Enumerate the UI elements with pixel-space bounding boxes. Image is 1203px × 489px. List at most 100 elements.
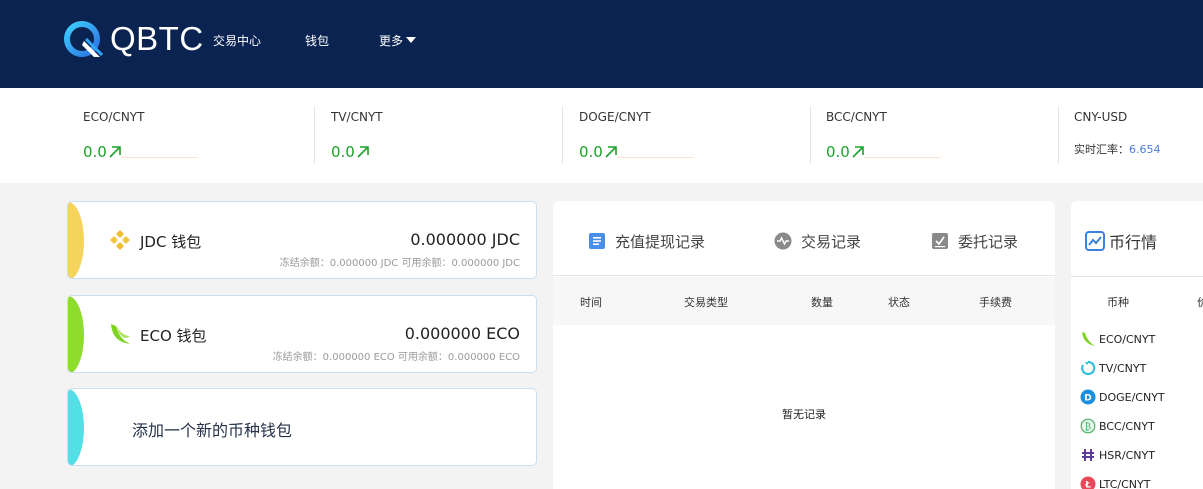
market-title: 币行情 — [1085, 229, 1157, 253]
fx-rate-label: 实时汇率： — [1074, 143, 1129, 156]
ticker-item[interactable]: BCC/CNYT 0.0 — [826, 88, 1026, 183]
fx-rate: CNY-USD 实时汇率：6.654 — [1074, 88, 1203, 183]
ticker-pair: BCC/CNYT — [826, 110, 887, 124]
sparkline — [121, 157, 198, 158]
wallet-name: JDC 钱包 — [140, 233, 202, 251]
fx-rate-line: 实时汇率：6.654 — [1074, 141, 1161, 157]
market-row[interactable]: Ł LTC/CNYT — [1080, 476, 1150, 489]
wallet-sub-balance: 冻结余额：0.000000 ECO 可用余额：0.000000 ECO — [272, 352, 520, 363]
chart-icon — [1085, 231, 1105, 251]
ticker-price-value: 0.0 — [826, 143, 850, 161]
ticker-item[interactable]: DOGE/CNYT 0.0 — [579, 88, 779, 183]
column-header: 时间 — [580, 296, 602, 309]
column-header: 币种 — [1107, 296, 1129, 309]
ticker-item[interactable]: ECO/CNYT 0.0 — [83, 88, 283, 183]
divider — [1071, 276, 1203, 277]
column-header: 手续费 — [979, 296, 1012, 309]
market-row[interactable]: ₿ BCC/CNYT — [1080, 418, 1155, 434]
divider — [562, 106, 563, 164]
ticker-item[interactable]: TV/CNYT 0.0 — [331, 88, 531, 183]
tab-label: 交易记录 — [801, 233, 862, 251]
tab-deposit-withdraw[interactable]: 充值提现记录 — [588, 231, 705, 252]
svg-text:₿: ₿ — [1085, 422, 1091, 433]
ltc-icon: Ł — [1080, 476, 1096, 489]
svg-text:Ł: Ł — [1084, 481, 1091, 489]
market-row[interactable]: TV/CNYT — [1080, 360, 1146, 376]
eco-coin-icon — [111, 324, 130, 344]
tab-label: 委托记录 — [958, 233, 1019, 251]
ticker-price-value: 0.0 — [331, 143, 355, 161]
market-title-label: 币行情 — [1109, 233, 1158, 252]
wallet-card-eco[interactable]: ECO 钱包 0.000000 ECO 冻结余额：0.000000 ECO 可用… — [67, 295, 537, 373]
wallet-sub-balance: 冻结余额：0.000000 JDC 可用余额：0.000000 JDC — [279, 258, 520, 269]
brand-name[interactable]: QBTC — [110, 20, 204, 58]
divider — [810, 106, 811, 164]
caret-down-icon — [406, 37, 417, 43]
hsr-icon — [1082, 449, 1094, 461]
fx-pair: CNY-USD — [1074, 110, 1128, 124]
market-panel: 币行情 币种 价 ECO/CNYT TV/CNYT D DOGE/CNYT ₿ BC… — [1071, 201, 1203, 489]
market-pair: BCC/CNYT — [1099, 420, 1155, 433]
records-tabs: 充值提现记录 交易记录 委托记录 — [553, 201, 1055, 276]
svg-text:D: D — [1084, 394, 1091, 404]
ticker-price-value: 0.0 — [579, 143, 603, 161]
ticker-price: 0.0 — [331, 143, 370, 161]
market-pair: TV/CNYT — [1099, 362, 1147, 375]
nav-trade-center[interactable]: 交易中心 — [213, 32, 261, 49]
market-row[interactable]: D DOGE/CNYT — [1080, 389, 1165, 405]
ticker-price: 0.0 — [579, 143, 618, 161]
document-icon — [589, 233, 605, 249]
sparkline — [864, 157, 941, 158]
records-table-header: 时间 交易类型 数量 状态 手续费 — [553, 277, 1055, 325]
add-wallet-card[interactable]: 添加一个新的币种钱包 — [67, 388, 537, 466]
tv-icon — [1081, 360, 1096, 376]
arrow-up-right-icon — [357, 146, 369, 158]
wallet-name: ECO 钱包 — [140, 327, 207, 345]
top-header: QBTC 交易中心 钱包 更多 — [0, 0, 1203, 88]
ticker-strip: ECO/CNYT 0.0 TV/CNYT 0.0 DOGE/CNYT 0.0 B… — [0, 88, 1203, 183]
tab-label: 充值提现记录 — [615, 233, 706, 251]
nav-wallet[interactable]: 钱包 — [305, 32, 329, 49]
market-row[interactable]: HSR/CNYT — [1080, 447, 1155, 463]
add-wallet-button[interactable]: 添加一个新的币种钱包 — [132, 417, 292, 441]
divider — [1058, 106, 1059, 164]
qbtc-logo-icon[interactable] — [64, 21, 104, 59]
empty-state-message: 暂无记录 — [782, 408, 826, 421]
ticker-pair: TV/CNYT — [331, 110, 383, 124]
wallet-card-jdc[interactable]: JDC 钱包 0.000000 JDC 冻结余额：0.000000 JDC 可用… — [67, 201, 537, 279]
column-header: 价 — [1197, 296, 1203, 309]
bcc-icon: ₿ — [1080, 418, 1096, 434]
jdc-coin-icon — [110, 230, 130, 250]
ticker-price-value: 0.0 — [83, 143, 107, 161]
column-header: 数量 — [811, 296, 833, 309]
tab-trades[interactable]: 交易记录 — [774, 231, 861, 252]
wallet-balance: 0.000000 JDC — [410, 230, 520, 249]
wallet-accent — [68, 202, 84, 278]
ticker-price: 0.0 — [83, 143, 122, 161]
sparkline — [617, 157, 694, 158]
divider — [314, 106, 315, 164]
wave-icon — [774, 232, 792, 250]
tab-orders[interactable]: 委托记录 — [931, 231, 1018, 252]
market-pair: LTC/CNYT — [1099, 478, 1151, 489]
ticker-pair: ECO/CNYT — [83, 110, 145, 124]
eco-icon — [1082, 332, 1095, 346]
doge-icon: D — [1080, 389, 1096, 405]
market-pair: ECO/CNYT — [1099, 333, 1156, 346]
wallet-accent — [68, 389, 84, 465]
nav-more-label: 更多 — [379, 34, 404, 48]
checklist-icon — [932, 233, 948, 249]
ticker-pair: DOGE/CNYT — [579, 110, 651, 124]
arrow-up-right-icon — [852, 146, 864, 158]
column-header: 交易类型 — [684, 296, 728, 309]
arrow-up-right-icon — [605, 146, 617, 158]
wallet-accent — [68, 296, 84, 372]
nav-more[interactable]: 更多 — [379, 32, 417, 49]
ticker-price: 0.0 — [826, 143, 865, 161]
column-header: 状态 — [888, 296, 910, 309]
arrow-up-right-icon — [109, 146, 121, 158]
market-row[interactable]: ECO/CNYT — [1080, 331, 1155, 347]
records-panel: 充值提现记录 交易记录 委托记录 时间 交易类型 数量 状态 手续费 暂无记录 — [553, 201, 1055, 489]
wallet-balance: 0.000000 ECO — [404, 324, 520, 343]
market-pair: DOGE/CNYT — [1099, 391, 1165, 404]
